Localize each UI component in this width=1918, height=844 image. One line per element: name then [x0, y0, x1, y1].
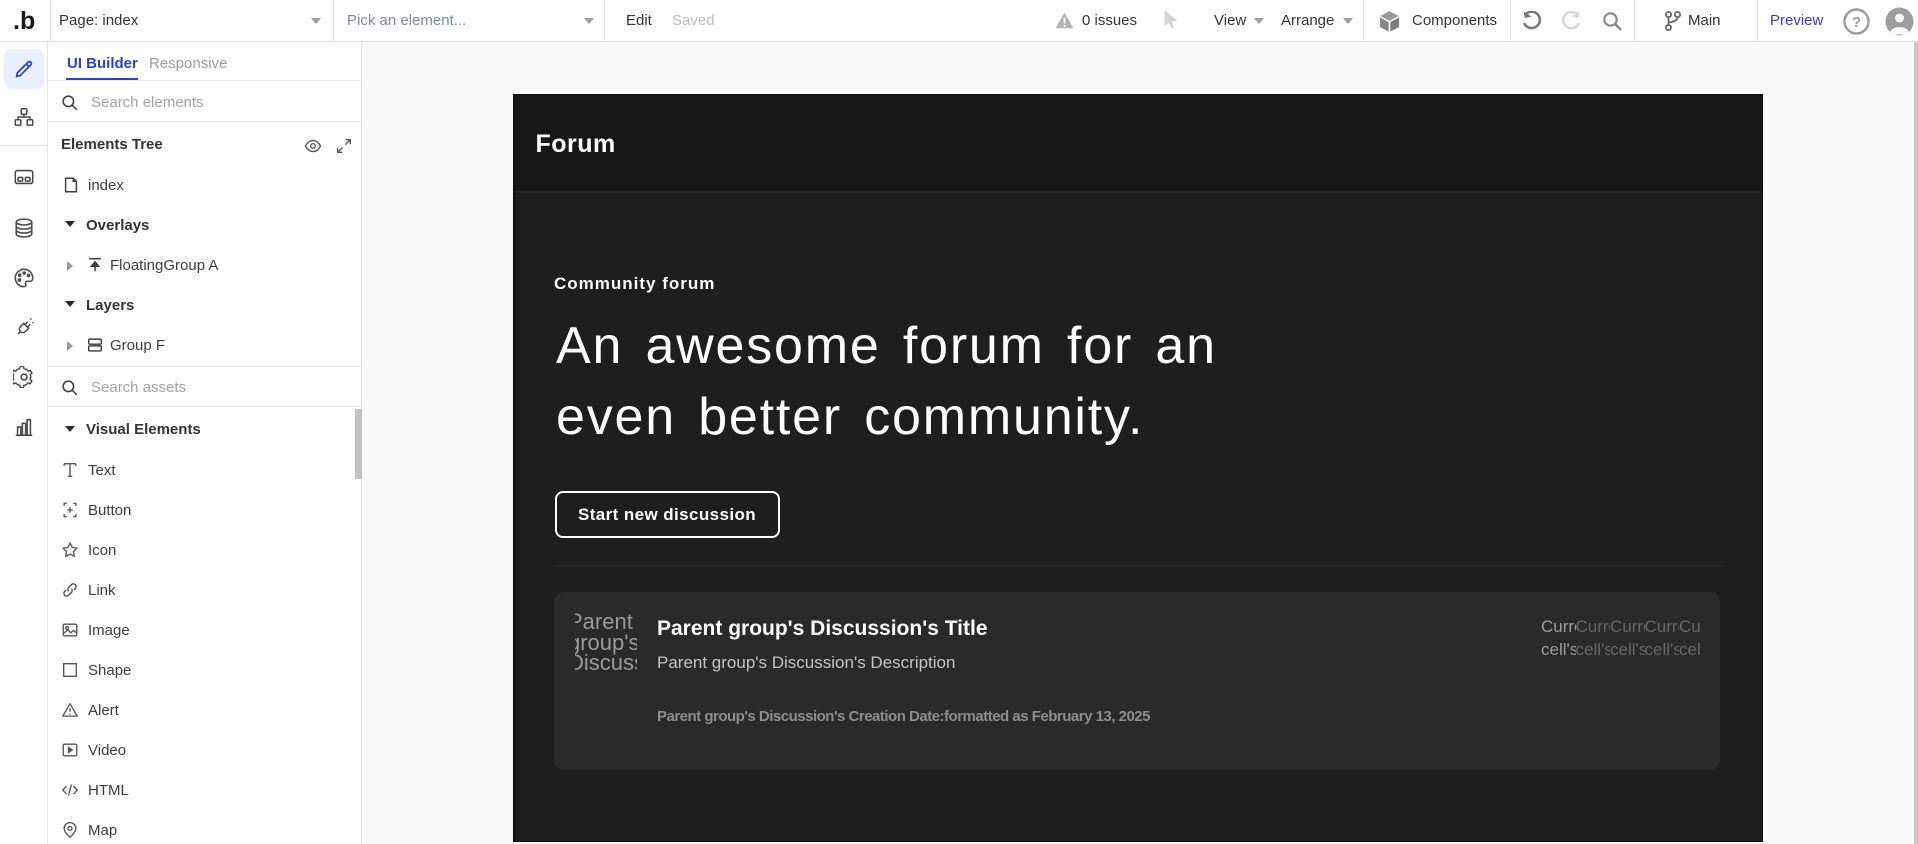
- svg-text:?: ?: [1852, 14, 1861, 31]
